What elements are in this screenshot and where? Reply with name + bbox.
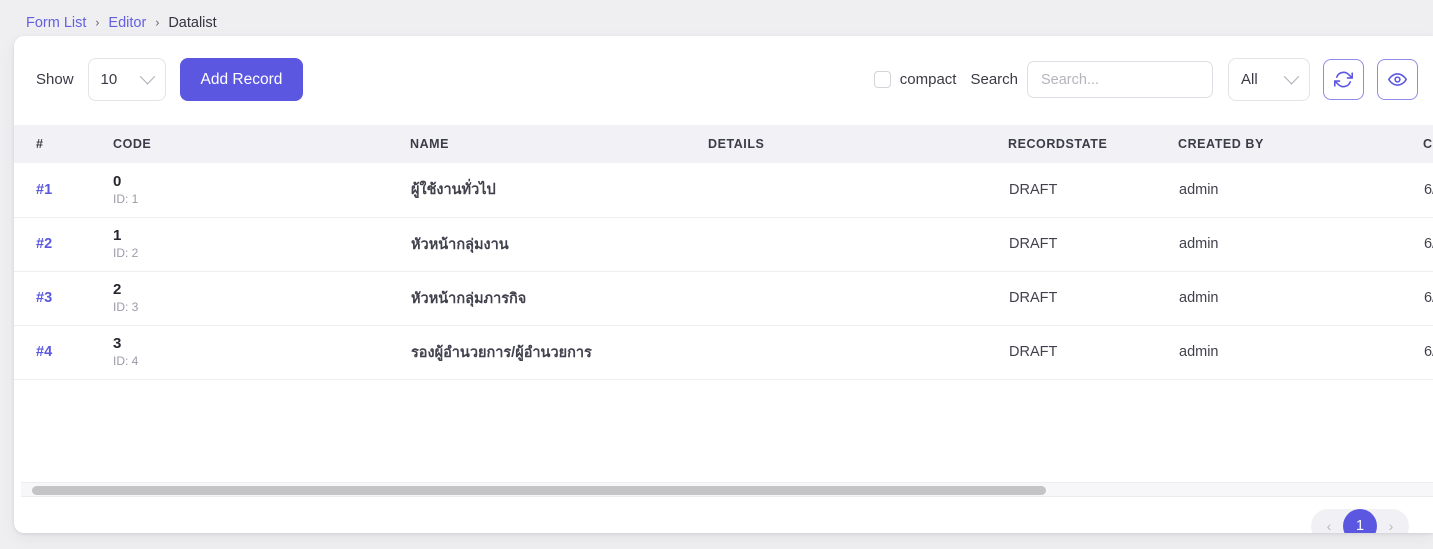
chevron-down-icon	[1283, 68, 1300, 85]
column-header-created[interactable]: CREATED	[1423, 125, 1433, 163]
cell-created-at: 6/30/2	[1423, 325, 1433, 380]
pagination-prev-button[interactable]: ‹	[1315, 512, 1343, 533]
table-row[interactable]: #4 3 ID: 4 รองผู้อำนวยการ/ผู้อำนวยการ DR…	[14, 325, 1433, 380]
row-number-link[interactable]: #4	[36, 344, 52, 360]
eye-icon	[1388, 73, 1407, 86]
visibility-button[interactable]	[1377, 59, 1418, 100]
pagination-page-1[interactable]: 1	[1343, 509, 1377, 533]
page-size-value: 10	[100, 71, 118, 88]
column-header-code[interactable]: CODE	[110, 125, 410, 163]
cell-code: 2 ID: 3	[110, 271, 410, 326]
cell-name: ผู้ใช้งานทั่วไป	[410, 163, 708, 218]
pagination: ‹ 1 ›	[1311, 509, 1409, 533]
cell-name: รองผู้อำนวยการ/ผู้อำนวยการ	[410, 325, 708, 380]
table-row[interactable]: #3 2 ID: 3 หัวหน้ากลุ่มภารกิจ DRAFT admi…	[14, 271, 1433, 326]
cell-details	[708, 217, 1008, 272]
breadcrumb-item-editor[interactable]: Editor	[108, 15, 146, 31]
code-id: ID: 4	[113, 354, 139, 369]
cell-recordstate: DRAFT	[1008, 325, 1178, 380]
table-header-row: # CODE NAME DETAILS RECORDSTATE CREATED …	[14, 125, 1433, 163]
cell-code: 0 ID: 1	[110, 163, 410, 218]
row-number-link[interactable]: #3	[36, 290, 52, 306]
table-row[interactable]: #2 1 ID: 2 หัวหน้ากลุ่มงาน DRAFT admin 6…	[14, 217, 1433, 272]
cell-details	[708, 271, 1008, 326]
cell-details	[708, 163, 1008, 218]
table-header: # CODE NAME DETAILS RECORDSTATE CREATED …	[14, 125, 1433, 163]
add-record-button[interactable]: Add Record	[179, 58, 304, 101]
cell-created-at: 6/30/2	[1423, 271, 1433, 326]
datalist-table: # CODE NAME DETAILS RECORDSTATE CREATED …	[14, 125, 1433, 380]
table-body: #1 0 ID: 1 ผู้ใช้งานทั่วไป DRAFT admin 6…	[14, 163, 1433, 380]
cell-num: #3	[14, 271, 110, 326]
breadcrumb: Form List › Editor › Datalist	[26, 12, 217, 34]
horizontal-scrollbar-thumb[interactable]	[32, 486, 1046, 495]
pagination-next-button[interactable]: ›	[1377, 512, 1405, 533]
compact-label: compact	[899, 71, 957, 88]
code-id: ID: 2	[113, 246, 139, 261]
code-value: 1	[113, 226, 122, 244]
search-input[interactable]	[1027, 61, 1213, 98]
breadcrumb-item-datalist: Datalist	[168, 15, 217, 31]
datalist-toolbar: Show 10 Add Record compact Search All	[14, 36, 1433, 125]
filter-value: All	[1241, 71, 1258, 88]
filter-select[interactable]: All	[1228, 58, 1310, 101]
cell-code: 1 ID: 2	[110, 217, 410, 272]
breadcrumb-separator-icon: ›	[155, 15, 160, 30]
cell-created-by: admin	[1178, 217, 1423, 272]
cell-name: หัวหน้ากลุ่มงาน	[410, 217, 708, 272]
cell-created-at: 6/30/2	[1423, 217, 1433, 272]
breadcrumb-item-form-list[interactable]: Form List	[26, 15, 86, 31]
horizontal-scrollbar-track[interactable]	[21, 482, 1433, 497]
cell-num: #4	[14, 325, 110, 380]
code-id: ID: 1	[113, 191, 139, 206]
cell-num: #1	[14, 163, 110, 218]
row-number-link[interactable]: #1	[36, 182, 52, 198]
cell-num: #2	[14, 217, 110, 272]
cell-details	[708, 325, 1008, 380]
column-header-details[interactable]: DETAILS	[708, 125, 1008, 163]
compact-checkbox[interactable]	[873, 71, 891, 88]
show-label: Show	[36, 71, 74, 88]
table-scroll-container: # CODE NAME DETAILS RECORDSTATE CREATED …	[14, 125, 1433, 491]
search-label: Search	[970, 71, 1018, 88]
cell-created-by: admin	[1178, 163, 1423, 218]
code-value: 0	[113, 172, 122, 190]
refresh-button[interactable]	[1323, 59, 1364, 100]
column-header-num[interactable]: #	[14, 125, 110, 163]
cell-recordstate: DRAFT	[1008, 271, 1178, 326]
datalist-card: Show 10 Add Record compact Search All	[14, 36, 1433, 533]
column-header-name[interactable]: NAME	[410, 125, 708, 163]
cell-name: หัวหน้ากลุ่มภารกิจ	[410, 271, 708, 326]
code-value: 3	[113, 334, 122, 352]
column-header-created-by[interactable]: CREATED BY	[1178, 125, 1423, 163]
cell-recordstate: DRAFT	[1008, 163, 1178, 218]
cell-created-by: admin	[1178, 271, 1423, 326]
toolbar-right-group: compact Search All	[873, 58, 1418, 101]
code-value: 2	[113, 280, 122, 298]
toolbar-left-group: Show 10 Add Record	[36, 58, 304, 101]
page-size-select[interactable]: 10	[87, 58, 166, 101]
breadcrumb-separator-icon: ›	[95, 15, 100, 30]
cell-recordstate: DRAFT	[1008, 217, 1178, 272]
code-id: ID: 3	[113, 300, 139, 315]
chevron-down-icon	[139, 68, 155, 85]
cell-code: 3 ID: 4	[110, 325, 410, 380]
compact-toggle[interactable]: compact	[873, 71, 957, 88]
cell-created-by: admin	[1178, 325, 1423, 380]
cell-created-at: 6/30/2	[1423, 163, 1433, 218]
refresh-icon	[1334, 71, 1353, 88]
table-row[interactable]: #1 0 ID: 1 ผู้ใช้งานทั่วไป DRAFT admin 6…	[14, 163, 1433, 218]
column-header-recordstate[interactable]: RECORDSTATE	[1008, 125, 1178, 163]
row-number-link[interactable]: #2	[36, 236, 52, 252]
